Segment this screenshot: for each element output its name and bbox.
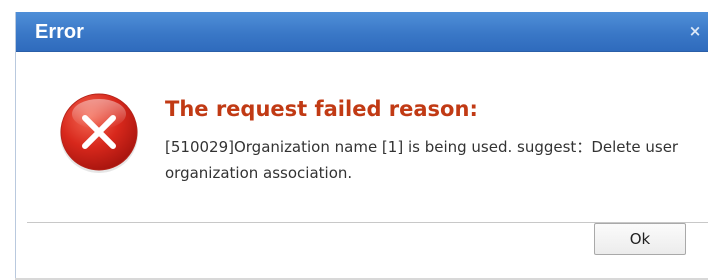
- dialog-title: Error: [35, 21, 84, 43]
- dialog-titlebar[interactable]: Error ×: [16, 12, 708, 52]
- error-message: [510029]Organization name [1] is being u…: [165, 138, 679, 182]
- ok-button[interactable]: Ok: [594, 223, 686, 255]
- close-icon[interactable]: ×: [686, 21, 704, 41]
- error-heading: The request failed reason:: [165, 97, 478, 121]
- page: Error × The request failed reason: [5100…: [0, 0, 708, 280]
- error-x-circle-icon: [60, 93, 138, 173]
